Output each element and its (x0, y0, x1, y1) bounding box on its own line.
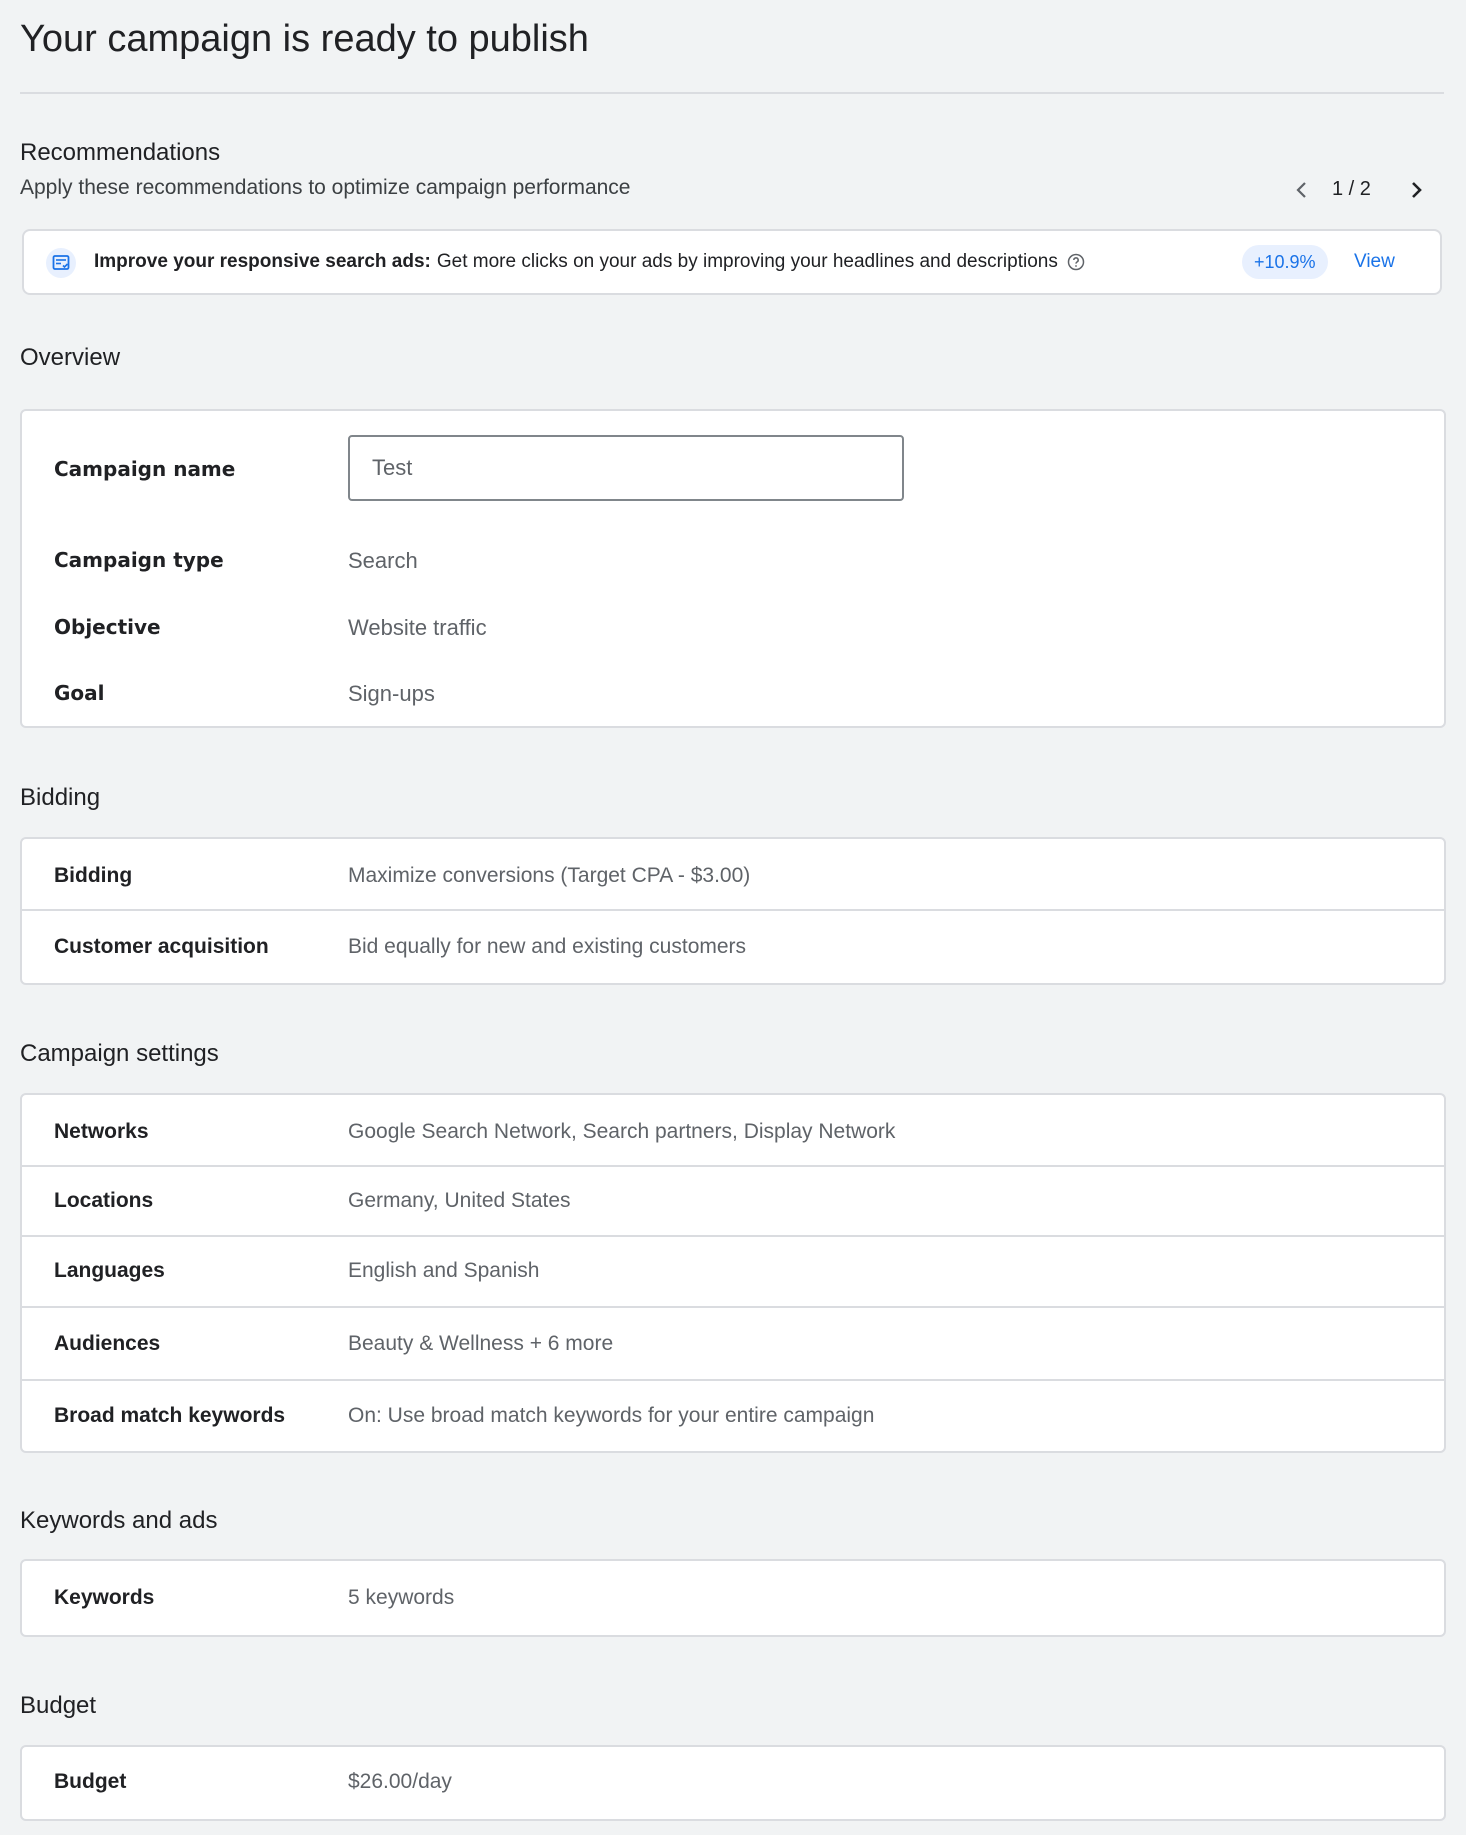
row-label: Languages (54, 1259, 165, 1282)
pager-count: 1 / 2 (1332, 178, 1371, 200)
chevron-right-icon (1412, 182, 1422, 198)
overview-title: Overview (20, 344, 121, 371)
row-value: $26.00/day (348, 1770, 452, 1793)
row-value: Germany, United States (348, 1189, 571, 1212)
table-row[interactable]: Networks Google Search Network, Search p… (22, 1095, 1444, 1167)
row-value: Beauty & Wellness + 6 more (348, 1332, 614, 1355)
recommendations-pager: 1 / 2 (1284, 172, 1434, 208)
title-divider (20, 92, 1444, 94)
row-label: Keywords (54, 1586, 155, 1609)
keywords-ads-title: Keywords and ads (20, 1507, 218, 1534)
row-value: English and Spanish (348, 1259, 540, 1282)
row-label: Budget (54, 1770, 127, 1793)
pager-prev-button[interactable] (1284, 172, 1320, 208)
help-icon[interactable] (1066, 252, 1086, 272)
campaign-settings-title: Campaign settings (20, 1040, 219, 1067)
bidding-title: Bidding (20, 784, 101, 811)
table-row[interactable]: Customer acquisition Bid equally for new… (22, 911, 1444, 983)
uplift-chip: +10.9% (1242, 245, 1328, 279)
campaign-type-label: Campaign type (54, 548, 224, 572)
bidding-card: Bidding Maximize conversions (Target CPA… (20, 837, 1446, 985)
row-value: Bid equally for new and existing custome… (348, 935, 747, 958)
objective-label: Objective (54, 615, 161, 639)
recommendation-card: Improve your responsive search ads: Get … (22, 229, 1442, 295)
row-label: Customer acquisition (54, 935, 269, 958)
row-label: Broad match keywords (54, 1404, 286, 1427)
objective-value: Website traffic (348, 615, 487, 640)
table-row[interactable]: Budget $26.00/day (22, 1747, 1444, 1819)
recommendation-text: Improve your responsive search ads: Get … (94, 251, 1086, 273)
budget-card: Budget $26.00/day (20, 1745, 1446, 1821)
row-label: Locations (54, 1189, 154, 1212)
view-recommendation-link[interactable]: View (1354, 251, 1395, 273)
row-value: 5 keywords (348, 1586, 455, 1609)
row-label: Audiences (54, 1332, 161, 1355)
page-title: Your campaign is ready to publish (20, 18, 589, 60)
budget-title: Budget (20, 1692, 97, 1719)
campaign-type-value: Search (348, 548, 418, 573)
row-label: Bidding (54, 864, 133, 887)
table-row[interactable]: Languages English and Spanish (22, 1237, 1444, 1308)
table-row[interactable]: Broad match keywords On: Use broad match… (22, 1381, 1444, 1451)
table-row[interactable]: Locations Germany, United States (22, 1167, 1444, 1237)
campaign-name-input[interactable] (348, 435, 904, 501)
goal-label: Goal (54, 681, 105, 705)
campaign-settings-card: Networks Google Search Network, Search p… (20, 1093, 1446, 1453)
pager-next-button[interactable] (1398, 172, 1434, 208)
ad-improve-icon (46, 248, 76, 278)
recommendation-description: Get more clicks on your ads by improving… (436, 251, 1058, 272)
row-value: Google Search Network, Search partners, … (348, 1120, 896, 1143)
overview-card: Campaign name Campaign type Search Objec… (20, 409, 1446, 728)
row-value: Maximize conversions (Target CPA - $3.00… (348, 864, 751, 887)
campaign-name-label: Campaign name (54, 457, 236, 481)
recommendation-heading: Improve your responsive search ads: (94, 251, 431, 272)
row-label: Networks (54, 1120, 149, 1143)
keywords-card: Keywords 5 keywords (20, 1559, 1446, 1637)
table-row[interactable]: Bidding Maximize conversions (Target CPA… (22, 839, 1444, 911)
table-row[interactable]: Audiences Beauty & Wellness + 6 more (22, 1308, 1444, 1381)
recommendations-subtitle: Apply these recommendations to optimize … (20, 176, 631, 199)
chevron-left-icon (1296, 182, 1306, 198)
recommendations-title: Recommendations (20, 139, 221, 166)
row-value: On: Use broad match keywords for your en… (348, 1404, 875, 1427)
table-row[interactable]: Keywords 5 keywords (22, 1561, 1444, 1635)
review-page: Your campaign is ready to publish Recomm… (0, 0, 1466, 1835)
goal-value: Sign-ups (348, 681, 435, 706)
